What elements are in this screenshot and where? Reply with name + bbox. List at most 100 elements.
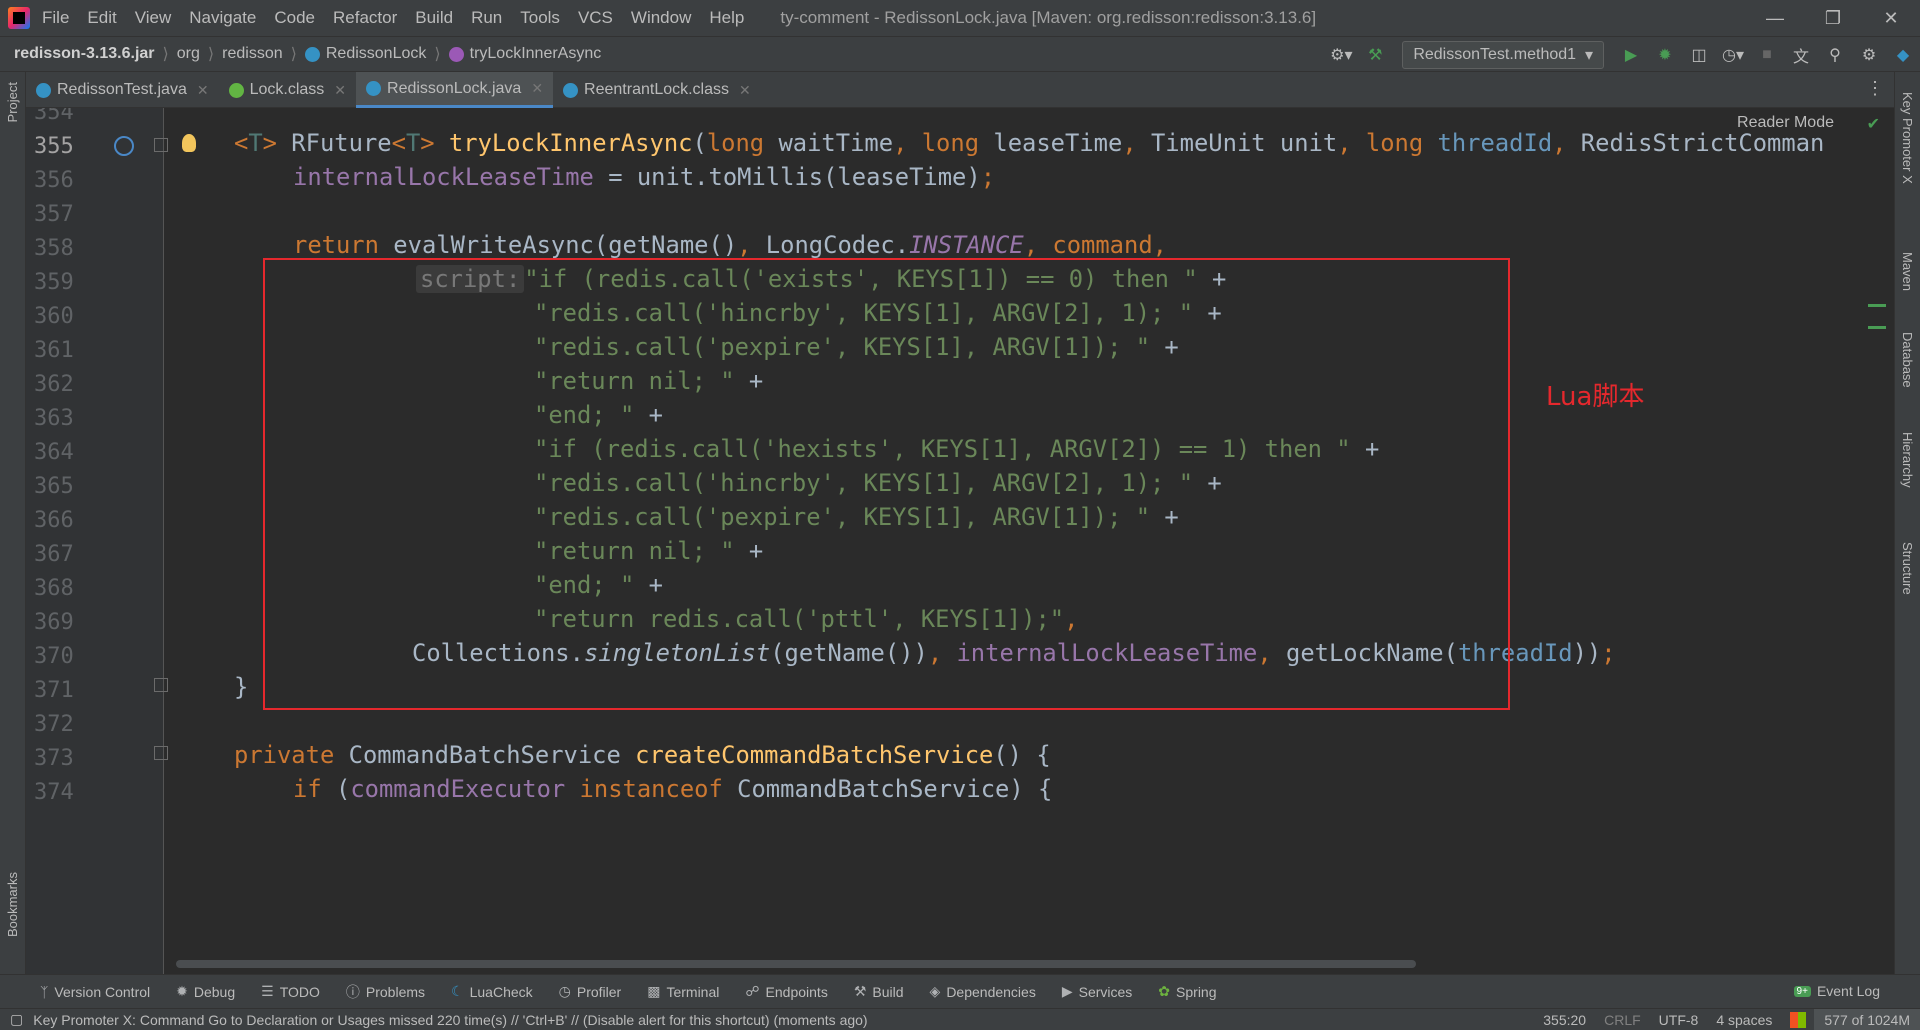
tab-label: RedissonTest.java <box>57 81 187 98</box>
memory-indicator[interactable]: 577 of 1024M <box>1814 1009 1920 1030</box>
tab-redissontest[interactable]: RedissonTest.java ✕ <box>26 72 219 108</box>
tab-label: RedissonLock.java <box>387 79 522 97</box>
hierarchy-tool-button[interactable]: Hierarchy <box>1900 432 1915 488</box>
menu-help[interactable]: Help <box>709 8 744 28</box>
debug-icon[interactable]: ✹ <box>1648 45 1682 65</box>
jetbrains-toolbox-icon[interactable]: ◆ <box>1886 45 1920 65</box>
hammer-icon: ⚒ <box>853 983 867 999</box>
tool-dependencies[interactable]: ◈ Dependencies <box>930 983 1036 1000</box>
breadcrumb-separator-icon: ⟩ <box>434 46 441 63</box>
windows-logo-icon <box>1790 1012 1807 1028</box>
close-icon[interactable]: ✕ <box>197 82 209 99</box>
class-icon <box>563 82 579 98</box>
tool-window-bar: ᛉ Version Control ✹ Debug ☰ TODO ⓘ Problems … <box>0 974 1920 1008</box>
tool-terminal[interactable]: ▩ Terminal <box>647 983 719 1000</box>
file-encoding[interactable]: UTF-8 <box>1659 1012 1699 1028</box>
breadcrumb-redisson[interactable]: redisson <box>222 45 282 63</box>
search-icon[interactable]: ⚲ <box>1818 45 1852 65</box>
tool-debug[interactable]: ✹ Debug <box>176 983 235 1000</box>
status-bar: ▢ Key Promoter X: Command Go to Declarat… <box>0 1008 1920 1030</box>
line-separator[interactable]: CRLF <box>1604 1012 1641 1028</box>
tab-lock[interactable]: Lock.class ✕ <box>219 72 356 108</box>
vcs-user-icon[interactable]: ⚙▾ <box>1324 45 1358 65</box>
menu-build[interactable]: Build <box>415 8 453 28</box>
coverage-icon[interactable]: ◫ <box>1682 45 1716 65</box>
tab-label: Lock.class <box>249 81 325 98</box>
menu-code[interactable]: Code <box>274 8 315 28</box>
minimize-button[interactable]: — <box>1746 0 1804 36</box>
breadcrumb-method[interactable]: tryLockInnerAsync <box>448 45 601 63</box>
horizontal-scrollbar[interactable] <box>176 960 1416 968</box>
tool-luacheck[interactable]: ☾ LuaCheck <box>451 983 533 1000</box>
code-line-374: if (commandExecutor instanceof CommandBa… <box>293 775 1053 803</box>
menu-vcs[interactable]: VCS <box>578 8 613 28</box>
indent-setting[interactable]: 4 spaces <box>1716 1012 1772 1028</box>
more-tabs-icon[interactable]: ⋮ <box>1866 78 1884 99</box>
menu-window[interactable]: Window <box>631 8 691 28</box>
run-configuration-select[interactable]: RedissonTest.method1 ▾ <box>1402 41 1604 69</box>
tool-version-control[interactable]: ᛉ Version Control <box>40 984 150 1000</box>
branch-icon: ᛉ <box>40 983 49 1000</box>
tool-problems[interactable]: ⓘ Problems <box>346 982 425 1002</box>
close-window-button[interactable]: ✕ <box>1862 0 1920 36</box>
build-hammer-icon[interactable]: ⚒ <box>1358 45 1392 65</box>
key-promoter-tool-button[interactable]: Key Promoter X <box>1900 92 1915 184</box>
tool-endpoints[interactable]: ☍ Endpoints <box>745 983 827 1000</box>
tool-label: Endpoints <box>765 983 828 1000</box>
breadcrumb-jar[interactable]: redisson-3.13.6.jar <box>14 45 155 63</box>
restore-button[interactable]: ❐ <box>1804 0 1862 36</box>
translate-icon[interactable]: 文 <box>1784 43 1818 67</box>
info-icon: ⓘ <box>345 983 360 1000</box>
tool-label: Services <box>1078 983 1133 1000</box>
event-log-button[interactable]: 9+ Event Log <box>1793 983 1880 999</box>
menu-file[interactable]: File <box>42 8 69 28</box>
stop-icon[interactable]: ■ <box>1750 46 1784 64</box>
lua-icon: ☾ <box>451 983 464 999</box>
close-icon[interactable]: ✕ <box>739 82 751 99</box>
project-tool-button[interactable]: Project <box>5 82 20 122</box>
tab-reentrantlock[interactable]: ReentrantLock.class ✕ <box>553 72 761 108</box>
class-icon <box>366 81 382 96</box>
breadcrumb-class[interactable]: RedissonLock <box>304 45 427 63</box>
tool-build[interactable]: ⚒ Build <box>854 983 904 1000</box>
tool-services[interactable]: ▶ Services <box>1062 983 1132 1000</box>
intellij-logo-icon <box>8 7 30 29</box>
menu-refactor[interactable]: Refactor <box>333 8 397 28</box>
bookmarks-tool-button[interactable]: Bookmarks <box>5 872 20 937</box>
navigation-bar: redisson-3.13.6.jar ⟩ org ⟩ redisson ⟩ R… <box>0 36 1920 72</box>
breadcrumb-class-label: RedissonLock <box>325 45 427 62</box>
scrollbar-change-marker[interactable] <box>1868 326 1886 329</box>
tab-redissonlock[interactable]: RedissonLock.java ✕ <box>356 72 554 108</box>
window-title: ty-comment - RedissonLock.java [Maven: o… <box>780 8 1317 27</box>
structure-tool-button[interactable]: Structure <box>1900 542 1915 595</box>
bug-icon: ✹ <box>176 983 188 999</box>
code-editor[interactable]: 354 355 356 357 358 359 360 361 362 363 … <box>26 108 1894 974</box>
breadcrumb-org[interactable]: org <box>177 45 200 63</box>
run-icon[interactable]: ▶ <box>1614 45 1648 65</box>
tool-label: Spring <box>1176 983 1217 1000</box>
tool-todo[interactable]: ☰ TODO <box>261 983 320 1000</box>
status-toggle-icon[interactable]: ▢ <box>10 1011 23 1028</box>
menu-view[interactable]: View <box>135 8 172 28</box>
database-tool-button[interactable]: Database <box>1900 332 1915 388</box>
tool-label: LuaCheck <box>469 983 533 1000</box>
spring-leaf-icon: ✿ <box>1158 983 1171 999</box>
close-icon[interactable]: ✕ <box>531 80 543 97</box>
profile-icon[interactable]: ◷▾ <box>1716 45 1750 65</box>
scrollbar-change-marker[interactable] <box>1868 304 1886 307</box>
tool-profiler[interactable]: ◷ Profiler <box>559 983 622 1000</box>
tool-spring[interactable]: ✿ Spring <box>1158 983 1216 1000</box>
editor-tab-bar: RedissonTest.java ✕ Lock.class ✕ RedissonL… <box>26 72 1894 108</box>
settings-gear-icon[interactable]: ⚙ <box>1852 45 1886 65</box>
tool-label: Debug <box>193 983 236 1000</box>
menu-navigate[interactable]: Navigate <box>189 8 256 28</box>
breadcrumb-separator-icon: ⟩ <box>162 46 169 63</box>
menu-run[interactable]: Run <box>471 8 502 28</box>
close-icon[interactable]: ✕ <box>334 82 346 99</box>
chevron-down-icon: ▾ <box>1584 47 1593 64</box>
menu-tools[interactable]: Tools <box>520 8 560 28</box>
maven-tool-button[interactable]: Maven <box>1900 252 1915 291</box>
caret-position[interactable]: 355:20 <box>1543 1012 1586 1028</box>
menu-edit[interactable]: Edit <box>87 8 116 28</box>
status-message[interactable]: Key Promoter X: Command Go to Declaratio… <box>33 1012 867 1028</box>
